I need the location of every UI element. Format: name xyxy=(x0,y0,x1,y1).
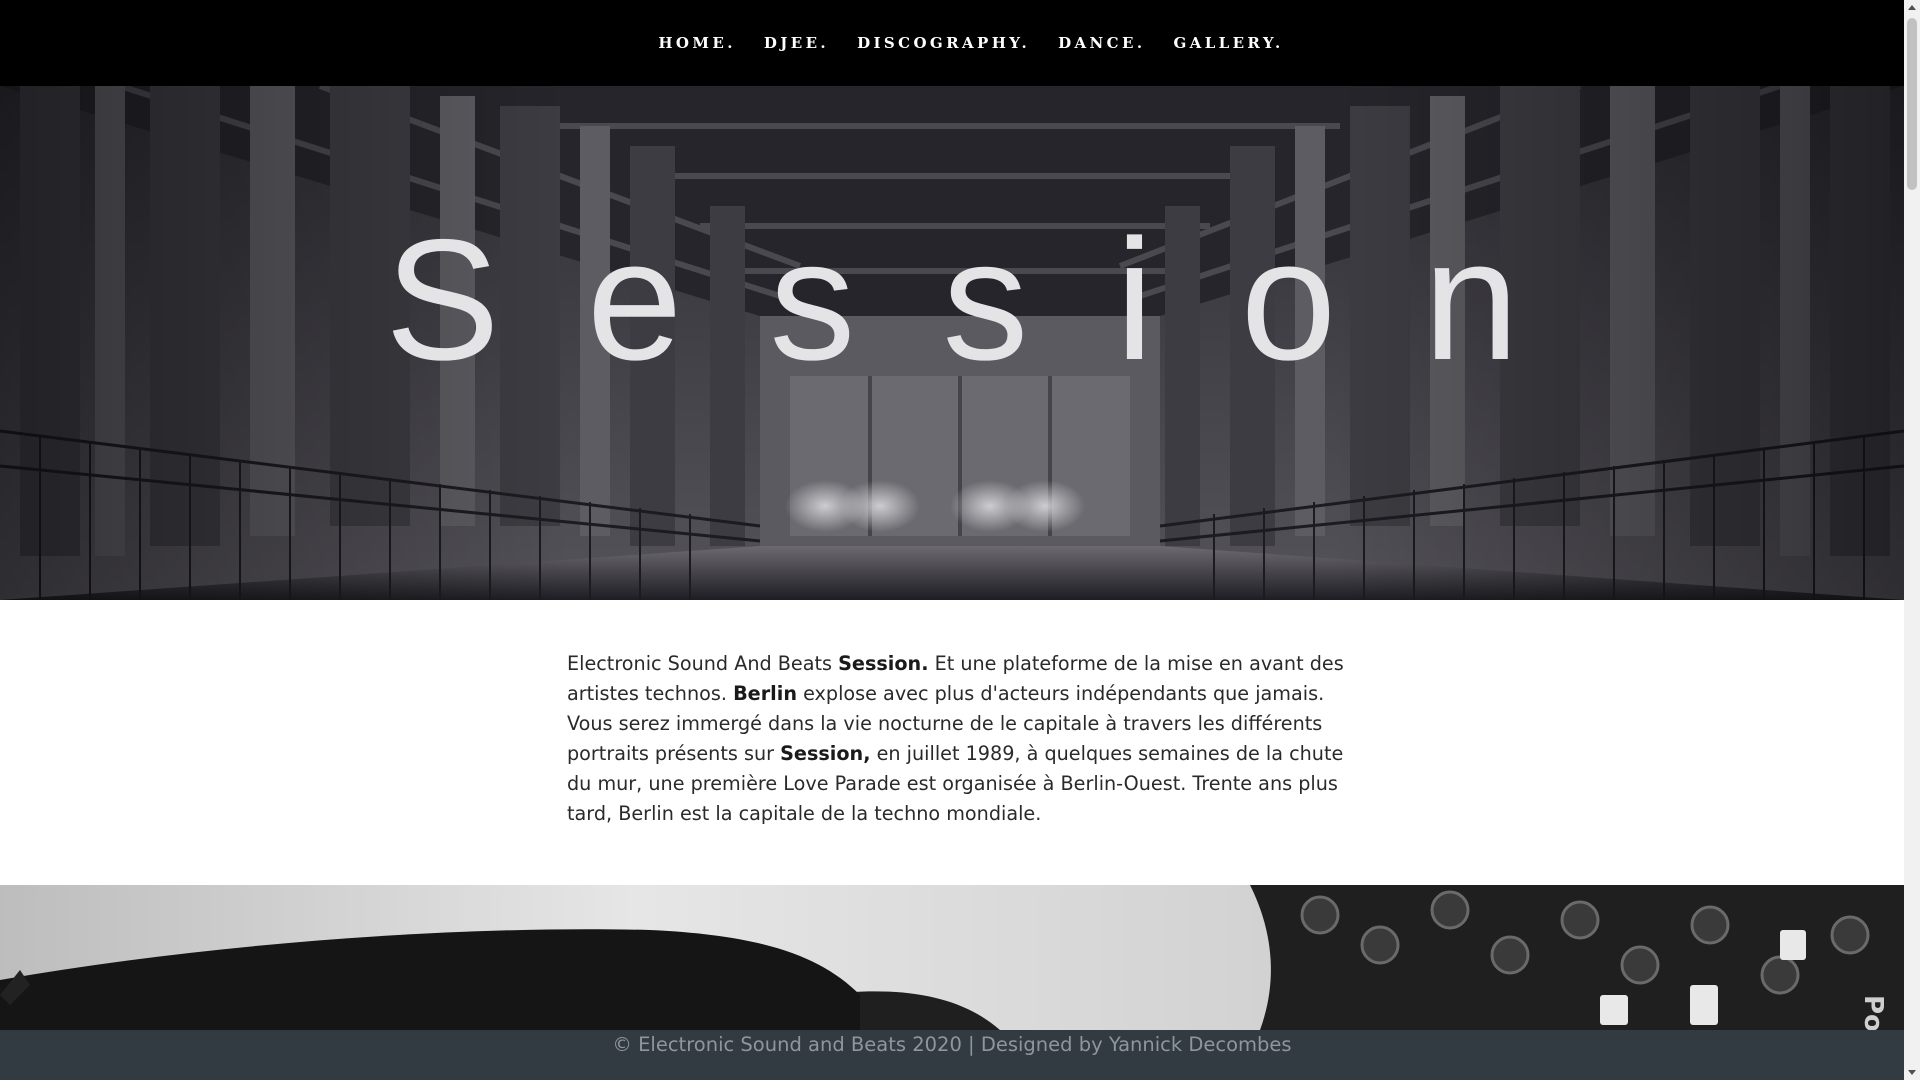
top-navbar: HOME. DJEE. DISCOGRAPHY. DANCE. GALLERY. xyxy=(0,0,1904,86)
dj-hand-on-mixer-photo: Po xyxy=(0,885,1904,1030)
photo-band: Po xyxy=(0,885,1904,1030)
hero-section: Session xyxy=(0,86,1904,600)
scroll-thumb[interactable] xyxy=(1907,18,1917,190)
nav-item-dance[interactable]: DANCE. xyxy=(1058,34,1145,52)
nav-item-discography[interactable]: DISCOGRAPHY. xyxy=(857,34,1030,52)
intro-bold-session: Session. xyxy=(838,652,929,675)
scroll-down-arrow-icon[interactable] xyxy=(1908,1070,1916,1075)
intro-text-1: Electronic Sound And Beats xyxy=(567,652,839,675)
intro-bold-session-2: Session, xyxy=(780,742,871,765)
nav-item-home[interactable]: HOME. xyxy=(658,34,736,52)
nav-item-djee[interactable]: DJEE. xyxy=(764,34,829,52)
nav-item-gallery[interactable]: GALLERY. xyxy=(1173,34,1283,52)
nav-menu: HOME. DJEE. DISCOGRAPHY. DANCE. GALLERY. xyxy=(658,34,1283,52)
hero-title: Session xyxy=(385,204,1606,396)
site-footer: © Electronic Sound and Beats 2020 | Desi… xyxy=(0,1030,1904,1080)
mixer-label-graphic: Po xyxy=(1858,995,1888,1030)
scroll-up-arrow-icon[interactable] xyxy=(1908,5,1916,10)
footer-copyright: © Electronic Sound and Beats 2020 | Desi… xyxy=(612,1033,1292,1056)
intro-bold-berlin: Berlin xyxy=(733,682,797,705)
intro-paragraph: Electronic Sound And Beats Session. Et u… xyxy=(567,649,1347,829)
page-scrollbar[interactable] xyxy=(1904,0,1920,1080)
